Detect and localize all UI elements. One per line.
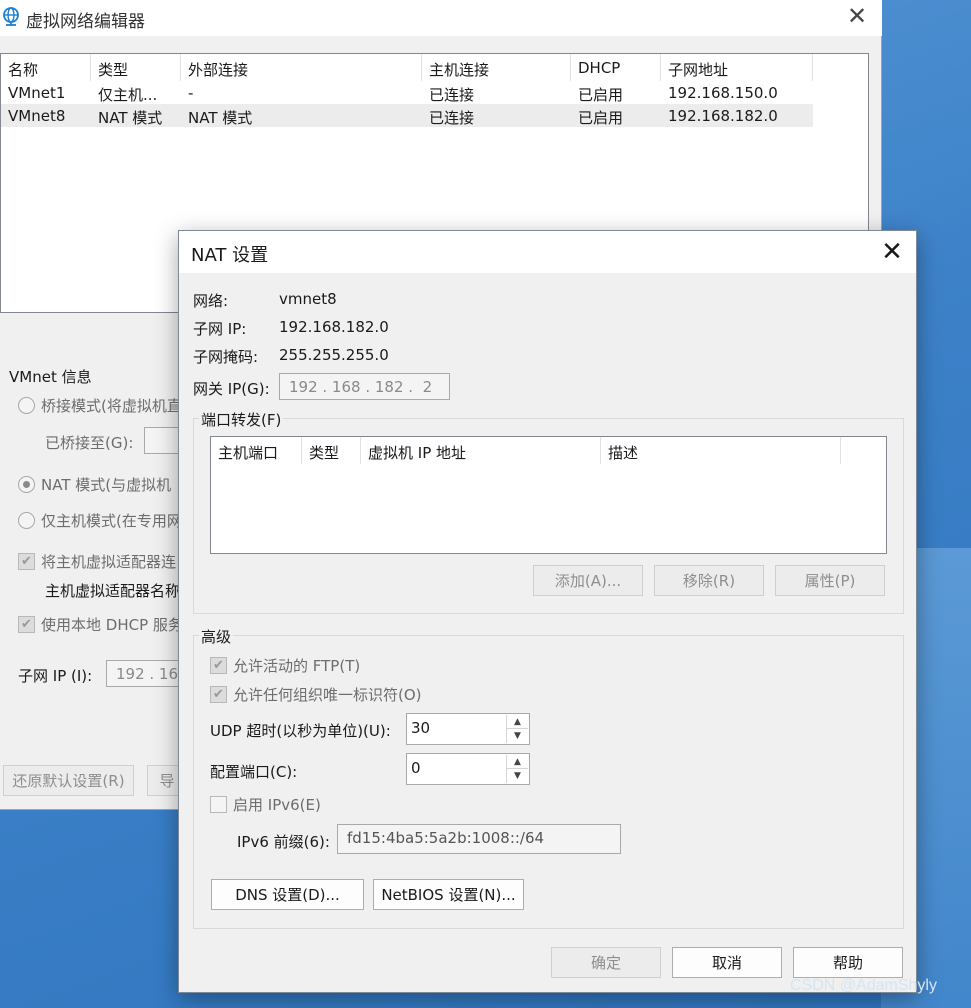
connect-adapter-checkbox[interactable]: ✔ 将主机虚拟适配器连 [18,551,176,572]
arrow-up-icon[interactable]: ▲ [507,755,528,769]
cell-host: 已连接 [429,86,475,104]
subnet-mask-value: 255.255.255.0 [279,346,389,364]
arrow-down-icon[interactable]: ▼ [507,769,528,783]
config-port-label: 配置端口(C): [210,763,298,781]
subnet-ip-value: 192.168.182.0 [279,318,389,336]
allow-ftp-checkbox[interactable]: ✔ 允许活动的 FTP(T) [210,655,360,676]
close-icon[interactable]: ✕ [846,4,868,28]
allow-oui-label: 允许任何组织唯一标识符(O) [233,686,422,704]
arrow-up-icon[interactable]: ▲ [507,715,528,729]
vmnet-info-title: VMnet 信息 [9,368,92,386]
subnet-ip-label: 子网 IP (I): [18,667,93,685]
config-port-value: 0 [411,759,421,777]
main-title-bar: 虚拟网络编辑器 ✕ [0,0,882,36]
connect-adapter-label: 将主机虚拟适配器连 [41,553,177,571]
enable-ipv6-checkbox[interactable]: ✔ 启用 IPv6(E) [210,794,321,815]
nat-mode-label: NAT 模式(与虚拟机 [41,476,172,494]
nat-title-bar: NAT 设置 ✕ [179,231,916,273]
network-list-header: 名称 类型 外部连接 主机连接 DHCP 子网地址 [1,54,813,81]
cell-type: NAT 模式 [98,109,163,127]
cell-type: 仅主机... [98,86,158,104]
adapter-name-label: 主机虚拟适配器名称 [45,582,181,600]
nat-settings-dialog: NAT 设置 ✕ 网络: vmnet8 子网 IP: 192.168.182.0… [178,230,917,993]
column-header-type[interactable]: 类型 [302,437,361,464]
host-only-radio[interactable]: 仅主机模式(在专用网 [18,510,182,531]
checkbox-checked-icon: ✔ [210,686,227,703]
ok-button[interactable]: 确定 [551,947,661,978]
cell-dhcp: 已启用 [578,109,624,127]
remove-button[interactable]: 移除(R) [654,565,764,596]
column-header-external[interactable]: 外部连接 [181,54,422,81]
cell-name: VMnet1 [8,84,66,102]
enable-ipv6-label: 启用 IPv6(E) [233,796,321,814]
checkbox-checked-icon: ✔ [18,616,35,633]
subnet-ip-input[interactable]: 192 . 168 [106,660,188,687]
cancel-button[interactable]: 取消 [672,947,782,978]
radio-icon [18,512,35,529]
stepper-arrows: ▲ ▼ [506,755,528,783]
udp-timeout-value: 30 [411,719,431,737]
cell-name: VMnet8 [8,107,66,125]
cell-dhcp: 已启用 [578,86,624,104]
config-port-stepper[interactable]: 0 ▲ ▼ [406,753,530,785]
add-button[interactable]: 添加(A)... [533,565,643,596]
column-header-host[interactable]: 主机连接 [422,54,571,81]
bridge-mode-label: 桥接模式(将虚拟机直 [41,397,182,415]
help-button[interactable]: 帮助 [793,947,903,978]
advanced-title: 高级 [199,626,234,647]
checkbox-checked-icon: ✔ [210,657,227,674]
close-icon[interactable]: ✕ [879,239,905,265]
restore-defaults-button[interactable]: 还原默认设置(R) [3,765,134,796]
bridge-mode-radio[interactable]: 桥接模式(将虚拟机直 [18,395,182,416]
nat-mode-radio[interactable]: NAT 模式(与虚拟机 [18,474,171,495]
network-value: vmnet8 [279,290,337,308]
checkbox-checked-icon: ✔ [18,553,35,570]
port-forwarding-header: 主机端口 类型 虚拟机 IP 地址 描述 [211,437,886,464]
netbios-settings-button[interactable]: NetBIOS 设置(N)... [373,879,524,910]
allow-ftp-label: 允许活动的 FTP(T) [233,657,361,675]
dns-settings-button[interactable]: DNS 设置(D)... [211,879,364,910]
radio-selected-icon [18,476,35,493]
cell-subnet: 192.168.150.0 [668,84,778,102]
network-globe-icon [3,7,19,26]
allow-oui-checkbox[interactable]: ✔ 允许任何组织唯一标识符(O) [210,684,422,705]
udp-timeout-stepper[interactable]: 30 ▲ ▼ [406,713,530,745]
column-header-host-port[interactable]: 主机端口 [211,437,302,464]
use-dhcp-checkbox[interactable]: ✔ 使用本地 DHCP 服务 [18,614,183,635]
port-forwarding-title: 端口转发(F) [199,409,284,430]
ipv6-prefix-input[interactable]: fd15:4ba5:5a2b:1008::/64 [337,824,621,854]
gateway-label: 网关 IP(G): [193,380,270,398]
cell-external: - [188,84,194,102]
use-dhcp-label: 使用本地 DHCP 服务 [41,616,183,634]
column-header-description[interactable]: 描述 [601,437,841,464]
checkbox-unchecked-icon: ✔ [210,796,227,813]
port-forwarding-list[interactable]: 主机端口 类型 虚拟机 IP 地址 描述 [210,436,887,554]
properties-button[interactable]: 属性(P) [775,565,885,596]
subnet-ip-label: 子网 IP: [193,320,247,338]
cell-subnet: 192.168.182.0 [668,107,778,125]
column-header-subnet[interactable]: 子网地址 [661,54,813,81]
arrow-down-icon[interactable]: ▼ [507,729,528,743]
radio-icon [18,397,35,414]
bridged-to-label: 已桥接至(G): [45,434,134,452]
watermark-text: CSDN @AdamShyly [790,977,937,994]
table-row-selected[interactable]: VMnet8 NAT 模式 NAT 模式 已连接 已启用 192.168.182… [1,104,813,127]
cell-host: 已连接 [429,109,475,127]
cell-external: NAT 模式 [188,109,253,127]
window-title: 虚拟网络编辑器 [26,12,145,32]
network-label: 网络: [193,292,229,310]
ipv6-prefix-label: IPv6 前缀(6): [237,833,330,851]
stepper-arrows: ▲ ▼ [506,715,528,743]
host-only-label: 仅主机模式(在专用网 [41,512,182,530]
column-header-type[interactable]: 类型 [91,54,181,81]
dialog-title: NAT 设置 [191,245,269,266]
column-header-name[interactable]: 名称 [1,54,91,81]
subnet-mask-label: 子网掩码: [193,348,259,366]
column-header-dhcp[interactable]: DHCP [571,54,661,81]
column-header-vm-ip[interactable]: 虚拟机 IP 地址 [361,437,601,464]
udp-timeout-label: UDP 超时(以秒为单位)(U): [210,722,391,740]
table-row[interactable]: VMnet1 仅主机... - 已连接 已启用 192.168.150.0 [1,81,813,104]
gateway-ip-input[interactable]: 192 . 168 . 182 . 2 [279,373,450,400]
